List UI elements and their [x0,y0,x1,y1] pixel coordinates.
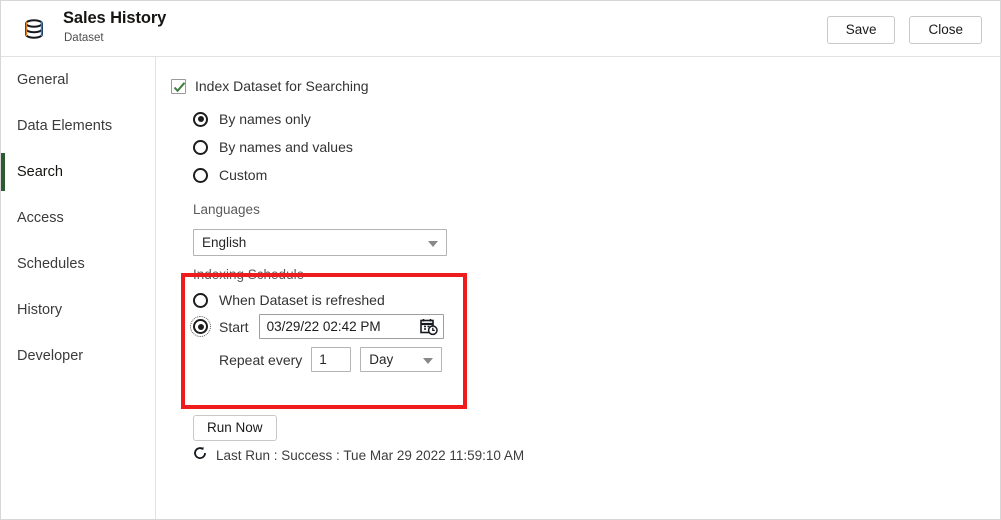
languages-value: English [202,235,247,250]
radio-button [193,111,208,127]
sidebar-item-label: Access [17,210,64,226]
radio-when-dataset-refreshed[interactable]: When Dataset is refreshed [193,292,463,308]
repeat-every-label: Repeat every [219,351,303,368]
languages-label: Languages [193,202,260,217]
page-header: Sales History Dataset Save Close [1,1,1000,57]
radio-label: By names only [219,111,311,127]
sidebar-item-label: General [17,72,69,88]
page-subtitle: Dataset [64,32,104,44]
refresh-icon [193,446,207,465]
sidebar-item-label: Search [17,164,63,180]
indexing-schedule-section: Indexing Schedule When Dataset is refres… [183,267,463,372]
header-actions: Save Close [826,16,982,44]
radio-custom[interactable]: Custom [193,161,353,189]
radio-button [193,139,208,155]
run-now-button[interactable]: Run Now [193,415,277,441]
repeat-unit-select[interactable]: Day [360,347,443,372]
checkbox-box [171,78,186,94]
close-button[interactable]: Close [909,16,982,44]
radio-button [190,316,211,337]
dataset-database-icon [19,14,49,44]
index-dataset-label: Index Dataset for Searching [195,78,369,94]
repeat-every-row: Repeat every 1 Day [219,347,463,372]
indexing-schedule-options: When Dataset is refreshed Start 03/29/22… [190,292,463,372]
last-run-status: Last Run : Success : Tue Mar 29 2022 11:… [193,446,524,465]
sidebar-item-label: Data Elements [17,118,113,134]
sidebar-item-schedules[interactable]: Schedules [1,241,155,287]
sidebar-item-label: Developer [17,348,84,364]
dataset-search-settings-page: Sales History Dataset Save Close General… [0,0,1001,520]
radio-label: By names and values [219,139,353,155]
sidebar-item-developer[interactable]: Developer [1,333,155,379]
radio-start[interactable]: Start 03/29/22 02:42 PM [190,314,463,339]
start-datetime-value: 03/29/22 02:42 PM [266,319,381,334]
sidebar-item-data-elements[interactable]: Data Elements [1,103,155,149]
languages-select[interactable]: English [193,229,447,256]
sidebar-item-label: History [17,302,63,318]
sidebar-item-access[interactable]: Access [1,195,155,241]
start-label: Start [219,318,249,335]
calendar-clock-icon[interactable] [419,318,438,336]
radio-label: When Dataset is refreshed [219,292,385,308]
index-mode-radio-group: By names only By names and values Custom [193,105,353,189]
chevron-down-icon [428,240,438,247]
start-datetime-input[interactable]: 03/29/22 02:42 PM [258,314,444,339]
sidebar-item-history[interactable]: History [1,287,155,333]
page-title: Sales History [63,9,167,27]
search-settings-panel: Index Dataset for Searching By names onl… [157,57,1000,519]
radio-button [193,167,208,183]
sidebar-nav: General Data Elements Search Access Sche… [1,57,156,519]
last-run-text: Last Run : Success : Tue Mar 29 2022 11:… [216,448,525,463]
radio-by-names-and-values[interactable]: By names and values [193,133,353,161]
sidebar-item-search[interactable]: Search [1,149,155,195]
radio-label: Custom [219,167,268,183]
checkmark-icon [173,81,186,92]
chevron-down-icon [423,357,434,364]
repeat-unit-value: Day [369,352,394,367]
radio-by-names-only[interactable]: By names only [193,105,353,133]
sidebar-item-label: Schedules [17,256,85,272]
sidebar-item-general[interactable]: General [1,57,155,103]
indexing-schedule-title: Indexing Schedule [193,267,305,282]
index-dataset-checkbox[interactable]: Index Dataset for Searching [171,78,369,94]
radio-button [193,292,208,308]
save-button[interactable]: Save [826,16,896,44]
repeat-interval-input[interactable]: 1 [311,347,352,372]
